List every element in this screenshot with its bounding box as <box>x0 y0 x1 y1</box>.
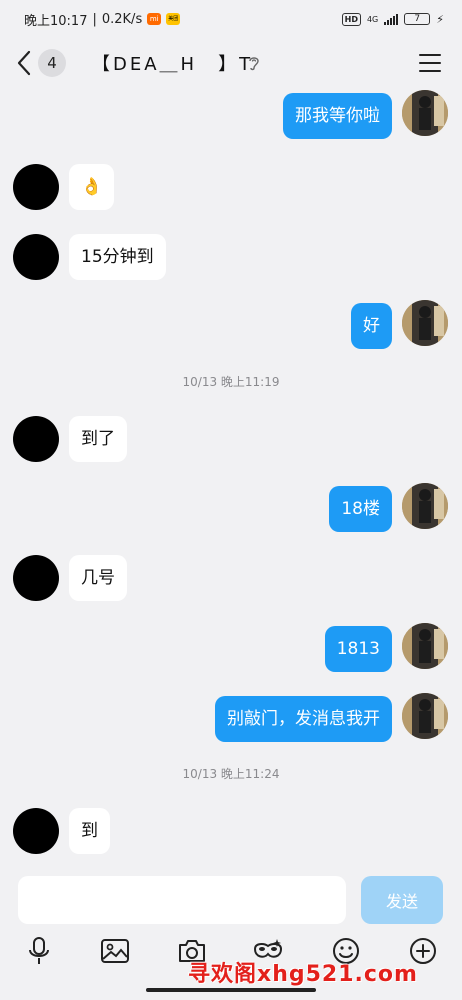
voice-button[interactable] <box>22 934 56 968</box>
message-bubble-outgoing[interactable]: 别敲门，发消息我开 <box>215 696 392 742</box>
message-list[interactable]: 那我等你啦 👌 15分钟到 好 10/13 晚上11:19 到了 18楼 几号 … <box>0 88 462 870</box>
message-row: 几号 <box>0 552 462 604</box>
input-bar: 发送 <box>0 870 462 930</box>
message-bubble-outgoing[interactable]: 好 <box>351 303 392 349</box>
message-bubble-outgoing[interactable]: 那我等你啦 <box>283 93 392 139</box>
home-indicator[interactable] <box>146 988 316 992</box>
my-avatar[interactable] <box>402 483 448 529</box>
status-separator: | <box>92 11 97 27</box>
net-speed: 0.2K/s <box>101 11 143 27</box>
status-left: 晚上10:17 | 0.2K/s mi 美团 <box>24 10 181 29</box>
message-row: 15分钟到 <box>0 231 462 283</box>
contact-avatar[interactable] <box>13 416 59 462</box>
message-bubble-outgoing[interactable]: 1813 <box>324 626 392 672</box>
battery-icon: 7 <box>404 13 431 25</box>
message-timestamp: 10/13 晚上11:19 <box>182 375 280 389</box>
message-row: 18楼 <box>0 483 462 535</box>
message-row: 别敲门，发消息我开 <box>0 693 462 745</box>
avatar-photo-image <box>402 693 448 739</box>
watermark: 寻欢阁xhg521.com <box>188 962 418 987</box>
avatar-photo-image <box>402 300 448 346</box>
message-bubble-incoming[interactable]: 到了 <box>69 416 127 462</box>
menu-icon[interactable] <box>418 52 442 74</box>
send-button[interactable]: 发送 <box>361 876 443 924</box>
mi-app-icon: mi <box>147 13 162 25</box>
status-right: HD 4G 7 ⚡ <box>341 12 444 26</box>
message-input[interactable] <box>18 876 346 924</box>
back-button[interactable] <box>12 48 36 78</box>
image-icon <box>101 939 129 963</box>
microphone-icon <box>29 937 49 964</box>
chat-title[interactable]: 【DEA＿H 】T <box>92 50 253 76</box>
avatar-photo-image <box>402 623 448 669</box>
message-row: 那我等你啦 <box>0 90 462 142</box>
chat-header: 4 【DEA＿H 】T <box>0 38 462 88</box>
message-bubble-incoming[interactable]: 几号 <box>69 555 127 601</box>
contact-avatar[interactable] <box>13 234 59 280</box>
my-avatar[interactable] <box>402 300 448 346</box>
image-button[interactable] <box>98 934 132 968</box>
contact-avatar[interactable] <box>13 164 59 210</box>
message-bubble-incoming[interactable]: 15分钟到 <box>69 234 166 280</box>
message-row: 好 <box>0 300 462 352</box>
contact-avatar[interactable] <box>13 555 59 601</box>
my-avatar[interactable] <box>402 623 448 669</box>
message-row: 到 <box>0 805 462 857</box>
network-type: 4G <box>366 14 379 24</box>
ear-icon <box>249 57 259 71</box>
avatar-photo-image <box>402 90 448 136</box>
message-bubble-outgoing[interactable]: 18楼 <box>329 486 392 532</box>
status-time: 晚上10:17 <box>24 13 88 29</box>
battery-percent: 7 <box>414 14 421 24</box>
signal-icon <box>384 13 399 25</box>
message-bubble-incoming[interactable]: 到 <box>69 808 110 854</box>
contact-avatar[interactable] <box>13 808 59 854</box>
avatar-photo-image <box>402 483 448 529</box>
back-arrow-icon <box>17 50 31 76</box>
meituan-app-icon: 美团 <box>166 13 181 25</box>
unread-count-badge[interactable]: 4 <box>38 49 66 77</box>
message-row: 👌 <box>0 161 462 213</box>
my-avatar[interactable] <box>402 90 448 136</box>
message-bubble-incoming[interactable]: 👌 <box>69 164 115 210</box>
message-timestamp: 10/13 晚上11:24 <box>182 767 280 781</box>
hd-icon: HD <box>341 12 361 26</box>
charging-icon: ⚡ <box>436 12 444 26</box>
my-avatar[interactable] <box>402 693 448 739</box>
message-row: 到了 <box>0 413 462 465</box>
message-row: 1813 <box>0 623 462 675</box>
status-bar: 晚上10:17 | 0.2K/s mi 美团 HD 4G 7 ⚡ <box>0 0 462 38</box>
